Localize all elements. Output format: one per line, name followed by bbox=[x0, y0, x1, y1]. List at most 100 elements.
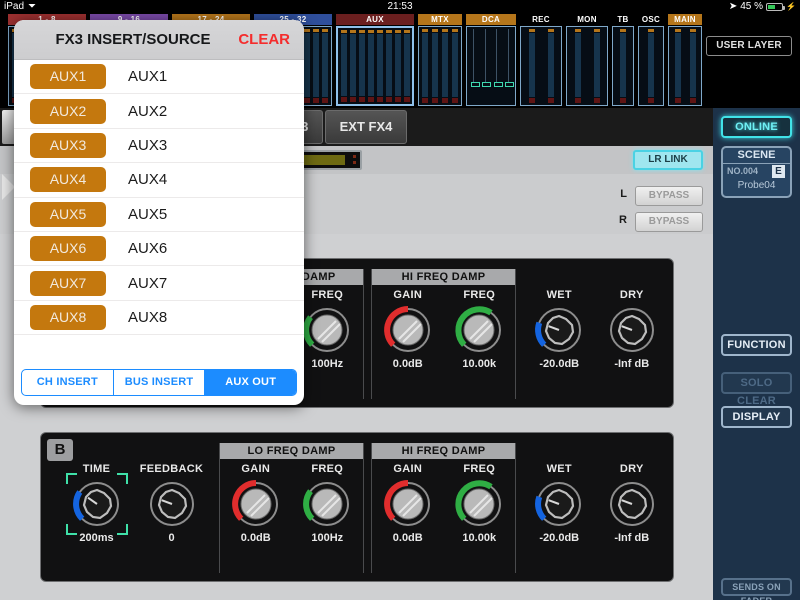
source-list-item[interactable]: AUX2AUX2 bbox=[14, 94, 304, 128]
meter-group-strips bbox=[612, 26, 634, 106]
meter-strip bbox=[404, 30, 410, 102]
knob-freq[interactable]: FREQ 100Hz bbox=[292, 463, 364, 544]
source-label: AUX8 bbox=[128, 309, 167, 326]
source-list-item[interactable]: AUX4AUX4 bbox=[14, 163, 304, 197]
right-sidebar: ONLINE SCENE NO.004 E Probe04 FUNCTION S… bbox=[713, 108, 800, 600]
segment-aux-out[interactable]: AUX OUT bbox=[205, 370, 296, 395]
battery-percent-label: 45 % bbox=[740, 0, 763, 14]
knob-dial[interactable] bbox=[533, 478, 585, 530]
knob-freq[interactable]: FREQ 10.00k bbox=[444, 289, 516, 370]
insert-source-popup: FX3 INSERT/SOURCE CLEAR AUX1AUX1AUX2AUX2… bbox=[14, 20, 304, 405]
meter-group-rec[interactable]: REC bbox=[520, 14, 562, 108]
meter-group-aux[interactable]: AUX bbox=[336, 14, 414, 108]
scene-title: SCENE bbox=[723, 148, 790, 164]
knob-value: -20.0dB bbox=[523, 358, 596, 370]
bypass-button-r[interactable]: BYPASS bbox=[635, 212, 703, 232]
meter-strip bbox=[368, 30, 374, 102]
knob-gain[interactable]: GAIN 0.0dB bbox=[372, 289, 444, 370]
bypass-button-l[interactable]: BYPASS bbox=[635, 186, 703, 206]
location-arrow-icon: ➤ bbox=[729, 0, 737, 14]
popup-source-list[interactable]: AUX1AUX1AUX2AUX2AUX3AUX3AUX4AUX4AUX5AUX5… bbox=[14, 60, 304, 353]
meter-strip bbox=[620, 29, 626, 103]
lr-link-button[interactable]: LR LINK bbox=[633, 150, 703, 170]
knob-dial[interactable] bbox=[453, 478, 505, 530]
knob-group-hi-freq-damp: HI FREQ DAMPGAIN 0.0dBFREQ 10.00k bbox=[371, 269, 516, 399]
knob-dial[interactable] bbox=[146, 478, 198, 530]
knob-dry[interactable]: DRY -Inf dB bbox=[596, 463, 669, 544]
meter-group-main[interactable]: MAIN bbox=[668, 14, 702, 108]
knob-dry[interactable]: DRY -Inf dB bbox=[596, 289, 669, 370]
knob-dial[interactable] bbox=[230, 478, 282, 530]
source-label: AUX3 bbox=[128, 137, 167, 154]
ios-status-bar: iPad ⏷ 21:53 ➤ 45 % ⚡ bbox=[0, 0, 800, 14]
popup-header: FX3 INSERT/SOURCE CLEAR bbox=[14, 20, 304, 60]
source-list-item[interactable]: AUX7AUX7 bbox=[14, 266, 304, 300]
segment-ch-insert[interactable]: CH INSERT bbox=[22, 370, 114, 395]
meter-strip bbox=[386, 30, 392, 102]
knob-gain[interactable]: GAIN 0.0dB bbox=[372, 463, 444, 544]
meter-strip bbox=[452, 29, 458, 103]
knob-dial[interactable] bbox=[606, 304, 658, 356]
knob-name: DRY bbox=[596, 463, 669, 475]
knob-name: DRY bbox=[596, 289, 669, 301]
status-bar-clock: 21:53 bbox=[0, 0, 800, 14]
knob-gain[interactable]: GAIN 0.0dB bbox=[220, 463, 292, 544]
knob-value: 100Hz bbox=[292, 532, 364, 544]
function-button[interactable]: FUNCTION bbox=[721, 334, 792, 356]
knob-wet[interactable]: WET -20.0dB bbox=[523, 463, 596, 544]
knob-dial[interactable] bbox=[382, 304, 434, 356]
tab-ext-fx4[interactable]: EXT FX4 bbox=[325, 110, 407, 144]
user-layer-button[interactable]: USER LAYER bbox=[706, 36, 792, 56]
scene-panel[interactable]: SCENE NO.004 E Probe04 bbox=[721, 146, 792, 198]
meter-strip bbox=[548, 29, 554, 103]
source-label: AUX5 bbox=[128, 206, 167, 223]
knob-name: GAIN bbox=[372, 463, 444, 475]
meter-group-mon[interactable]: MON bbox=[566, 14, 608, 108]
knob-dial[interactable] bbox=[533, 304, 585, 356]
knob-time[interactable]: TIME 200ms bbox=[59, 463, 134, 544]
meter-group-label: REC bbox=[520, 14, 562, 25]
solo-clear-button[interactable]: SOLO CLEAR bbox=[721, 372, 792, 394]
segment-bus-insert[interactable]: BUS INSERT bbox=[114, 370, 206, 395]
meter-strip bbox=[648, 29, 654, 103]
knob-dial[interactable] bbox=[606, 478, 658, 530]
knob-freq[interactable]: FREQ 10.00k bbox=[444, 463, 516, 544]
meter-group-tb[interactable]: TB bbox=[612, 14, 634, 108]
meter-group-strips bbox=[520, 26, 562, 106]
source-list-item[interactable]: AUX8AUX8 bbox=[14, 301, 304, 335]
source-chip: AUX7 bbox=[30, 271, 106, 296]
knob-dial[interactable] bbox=[301, 478, 353, 530]
knob-dial[interactable] bbox=[71, 478, 123, 530]
app-root: iPad ⏷ 21:53 ➤ 45 % ⚡ 1 - 89 - 1617 - 24… bbox=[0, 0, 800, 600]
meter-strip bbox=[313, 29, 319, 103]
display-button[interactable]: DISPLAY bbox=[721, 406, 792, 428]
sends-on-fader-button[interactable]: SENDS ON FADER bbox=[721, 578, 792, 596]
knob-group: WET -20.0dBDRY -Inf dB bbox=[523, 269, 668, 399]
source-type-segmented-control[interactable]: CH INSERTBUS INSERTAUX OUT bbox=[21, 369, 297, 396]
meter-group-strips bbox=[638, 26, 664, 106]
tab-label: EXT FX4 bbox=[340, 119, 393, 134]
knob-dial[interactable] bbox=[382, 478, 434, 530]
knob-wet[interactable]: WET -20.0dB bbox=[523, 289, 596, 370]
source-list-item[interactable]: AUX6AUX6 bbox=[14, 232, 304, 266]
knob-dial[interactable] bbox=[301, 304, 353, 356]
meter-strip bbox=[594, 29, 600, 103]
source-chip: AUX1 bbox=[30, 64, 106, 89]
knob-feedback[interactable]: FEEDBACK 0 bbox=[134, 463, 209, 544]
source-list-item[interactable]: AUX1AUX1 bbox=[14, 60, 304, 94]
knob-dial[interactable] bbox=[453, 304, 505, 356]
online-button[interactable]: ONLINE bbox=[721, 116, 792, 138]
source-list-item[interactable]: AUX5AUX5 bbox=[14, 198, 304, 232]
meter-strip bbox=[505, 29, 511, 103]
knob-value: -20.0dB bbox=[523, 532, 596, 544]
clear-button[interactable]: CLEAR bbox=[238, 20, 290, 60]
knob-value: 0.0dB bbox=[220, 532, 292, 544]
meter-group-osc[interactable]: OSC bbox=[638, 14, 664, 108]
meter-group-dca[interactable]: DCA bbox=[466, 14, 516, 108]
meter-strip bbox=[529, 29, 535, 103]
knob-value: 10.00k bbox=[444, 532, 516, 544]
meter-group-mtx[interactable]: MTX bbox=[418, 14, 462, 108]
source-list-item[interactable]: AUX3AUX3 bbox=[14, 129, 304, 163]
meter-strip bbox=[442, 29, 448, 103]
knob-name: WET bbox=[523, 289, 596, 301]
